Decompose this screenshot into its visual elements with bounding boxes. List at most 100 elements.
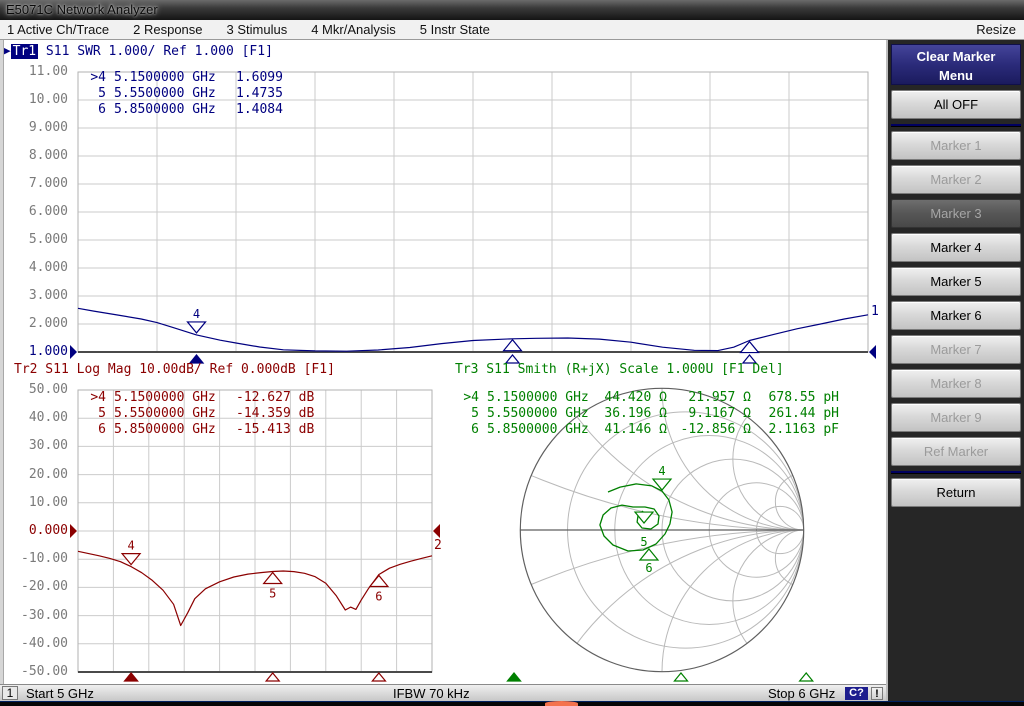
menu-item-resize[interactable]: Resize [976, 22, 1024, 37]
marker-table-cell: 5.1500000 GHz [114, 390, 224, 406]
menu-item-4-mkr-analysis[interactable]: 4 Mkr/Analysis [311, 22, 396, 37]
marker-table-row: 6 5.8500000 GHz41.146 Ω-12.856 Ω2.1163 pF [455, 422, 839, 438]
marker-table-cell: 41.146 Ω [601, 422, 667, 438]
softkey-marker-9: Marker 9 [891, 403, 1021, 432]
marker-table-cell: 6 [455, 422, 479, 438]
softkey-ref-marker: Ref Marker [891, 437, 1021, 466]
y-tick-label: 30.00 [2, 438, 68, 453]
start-frequency-label: Start 5 GHz [26, 685, 94, 702]
softkey-buttons: All OFF Marker 1 Marker 2 Marker 3 Marker 4 M… [891, 90, 1021, 507]
softkey-marker-6[interactable]: Marker 6 [891, 301, 1021, 330]
softkey-all-off[interactable]: All OFF [891, 90, 1021, 119]
window-left-frame [0, 40, 4, 701]
marker-table-row: >4 5.1500000 GHz -12.627 dB [82, 390, 314, 406]
y-tick-label: 40.00 [2, 410, 68, 425]
softkey-marker-7: Marker 7 [891, 335, 1021, 364]
alert-indicator: ! [871, 687, 883, 700]
softkey-return[interactable]: Return [891, 478, 1021, 507]
y-tick-label: 4.000 [2, 260, 68, 275]
softkey-separator [891, 471, 1021, 473]
menu-item-1-active-ch-trace[interactable]: 1 Active Ch/Trace [7, 22, 109, 37]
y-tick-label: 20.00 [2, 467, 68, 482]
active-trace-arrow-icon: ▶ [4, 44, 11, 57]
menu-item-2-response[interactable]: 2 Response [133, 22, 202, 37]
marker-table-cell: 261.44 pH [755, 406, 839, 422]
tr3-marker-table: >4 5.1500000 GHz44.420 Ω21.957 Ω678.55 pH… [455, 390, 839, 438]
marker-table-cell: 36.196 Ω [601, 406, 667, 422]
marker-table-cell: -15.413 dB [236, 422, 314, 438]
marker-table-cell: 1.4735 [236, 86, 283, 102]
menu-item-3-stimulus[interactable]: 3 Stimulus [227, 22, 288, 37]
marker-table-row: 6 5.8500000 GHz -15.413 dB [82, 422, 314, 438]
marker-table-cell: -12.627 dB [236, 390, 314, 406]
marker-table-cell: 5 [455, 406, 479, 422]
y-tick-label: 2.000 [2, 316, 68, 331]
marker-table-row: 5 5.5500000 GHz 1.4735 [82, 86, 283, 102]
softkey-sidebar: Clear Marker Menu All OFF Marker 1 Marker … [886, 40, 1024, 701]
y-tick-label: -10.00 [2, 551, 68, 566]
marker-table-cell: 5.8500000 GHz [114, 422, 224, 438]
marker-table-row: 5 5.5500000 GHz -14.359 dB [82, 406, 314, 422]
tr1-header: ▶Tr1 S11 SWR 1.000/ Ref 1.000 [F1] [4, 44, 273, 59]
menu-item-5-instr-state[interactable]: 5 Instr State [420, 22, 490, 37]
y-tick-label: -40.00 [2, 636, 68, 651]
y-tick-label: 11.00 [2, 64, 68, 79]
marker-table-row: 5 5.5500000 GHz36.196 Ω9.1167 Ω261.44 pH [455, 406, 839, 422]
marker-table-cell: 5.5500000 GHz [114, 86, 224, 102]
marker-table-cell: >4 [82, 390, 106, 406]
softkey-menu-title-line1: Clear Marker [892, 47, 1020, 66]
marker-table-cell: 5.8500000 GHz [114, 102, 224, 118]
softkey-marker-5[interactable]: Marker 5 [891, 267, 1021, 296]
marker-table-cell: 5 [82, 86, 106, 102]
tr1-header-text: S11 SWR 1.000/ Ref 1.000 [F1] [38, 44, 273, 59]
marker-table-cell: 5.5500000 GHz [487, 406, 597, 422]
y-tick-label: 6.000 [2, 204, 68, 219]
marker-table-cell: 2.1163 pF [755, 422, 839, 438]
softkey-menu-title-line2: Menu [892, 66, 1020, 85]
marker-table-cell: 5.1500000 GHz [487, 390, 597, 406]
marker-table-cell: 678.55 pH [755, 390, 839, 406]
y-tick-label: -30.00 [2, 608, 68, 623]
marker-table-cell: 6 [82, 102, 106, 118]
pointer-blob [545, 701, 578, 706]
tr1-marker-table: >45.1500000 GHz1.60995 5.5500000 GHz 1.473… [82, 70, 283, 118]
calibration-status-badge: C? [845, 687, 868, 700]
marker-table-cell: 9.1167 Ω [671, 406, 751, 422]
y-tick-label: -20.00 [2, 579, 68, 594]
y-tick-label: 5.000 [2, 232, 68, 247]
menu-items: 1 Active Ch/Trace 2 Response 3 Stimulus 4 M… [0, 22, 976, 37]
y-tick-label: 10.00 [2, 495, 68, 510]
y-tick-label: 1.000 [2, 344, 68, 359]
marker-table-cell: >4 [455, 390, 479, 406]
marker-table-cell: 44.420 Ω [601, 390, 667, 406]
softkey-separator [891, 124, 1021, 126]
marker-table-cell: 6 [82, 422, 106, 438]
marker-table-cell: -12.856 Ω [671, 422, 751, 438]
softkey-marker-2: Marker 2 [891, 165, 1021, 194]
marker-table-cell: 21.957 Ω [671, 390, 751, 406]
marker-table-cell: >4 [82, 70, 106, 86]
y-tick-label: 7.000 [2, 176, 68, 191]
softkey-marker-3[interactable]: Marker 3 [891, 199, 1021, 228]
softkey-menu-title: Clear Marker Menu [891, 44, 1021, 85]
stop-frequency-label: Stop 6 GHz [768, 685, 835, 702]
marker-table-row: >45.1500000 GHz1.6099 [82, 70, 283, 86]
softkey-marker-4[interactable]: Marker 4 [891, 233, 1021, 262]
marker-table-cell: 5.5500000 GHz [114, 406, 224, 422]
marker-table-cell: 1.6099 [236, 70, 283, 86]
marker-table-cell: 5.8500000 GHz [487, 422, 597, 438]
y-tick-label: 0.000 [2, 523, 68, 538]
y-tick-label: 50.00 [2, 382, 68, 397]
marker-table-cell: -14.359 dB [236, 406, 314, 422]
marker-table-cell: 5 [82, 406, 106, 422]
y-tick-label: -50.00 [2, 664, 68, 679]
tr2-marker-table: >4 5.1500000 GHz -12.627 dB 5 5.5500000 GHz-… [82, 390, 314, 438]
y-tick-label: 3.000 [2, 288, 68, 303]
tr3-header: Tr3 S11 Smith (R+jX) Scale 1.000U [F1 De… [455, 362, 784, 377]
tr2-header: Tr2 S11 Log Mag 10.00dB/ Ref 0.000dB [F1… [14, 362, 335, 377]
softkey-marker-1: Marker 1 [891, 131, 1021, 160]
ifbw-label: IFBW 70 kHz [393, 685, 470, 702]
status-bar: 1 Start 5 GHz IFBW 70 kHz Stop 6 GHz C? … [0, 684, 886, 701]
marker-table-cell: 1.4084 [236, 102, 283, 118]
y-tick-label: 9.000 [2, 120, 68, 135]
